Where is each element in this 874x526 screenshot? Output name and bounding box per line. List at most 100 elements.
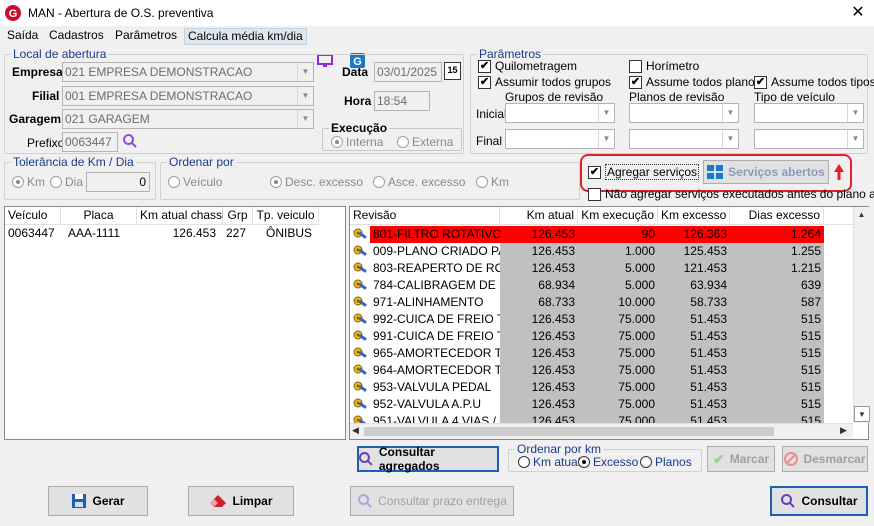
table-row[interactable]: 964-AMORTECEDOR T.D 126.453 75.000 51.453 51… xyxy=(350,362,853,379)
tipo-veiculo-label: Tipo de veículo xyxy=(754,90,835,104)
table-row[interactable]: 009-PLANO CRIADO PA...126.4531.000125.45… xyxy=(350,243,853,260)
table-row[interactable]: 952-VALVULA A.P.U 126.453 75.000 51.453 515 xyxy=(350,396,853,413)
filial-select[interactable]: 001 EMPRESA DEMONSTRACAO ▼ xyxy=(62,86,314,106)
calendar-icon[interactable]: 15 xyxy=(444,62,461,80)
prefixo-input[interactable]: 0063447 xyxy=(62,132,118,152)
agregar-servicos-label: Agregar serviços xyxy=(605,164,700,180)
hora-input[interactable]: 18:54 xyxy=(374,91,430,111)
consultar-prazo-button[interactable]: Consultar prazo entrega xyxy=(350,486,514,516)
empresa-select[interactable]: 021 EMPRESA DEMONSTRACAO ▼ xyxy=(62,62,314,82)
col-km-atual-header[interactable]: Km atual xyxy=(500,207,578,225)
table-row[interactable]: 0063447 AAA-1111 126.453 227 ÔNIBUS xyxy=(5,225,319,242)
ord-km-radio[interactable]: Km xyxy=(476,175,509,189)
ord-asce-radio[interactable]: Asce. excesso xyxy=(373,175,465,189)
table-row[interactable]: 991-CUICA DE FREIO T.E126.45375.00051.45… xyxy=(350,328,853,345)
revisions-grid[interactable]: Revisão Km atual Km execução Km excesso … xyxy=(349,206,870,440)
tolerancia-input[interactable]: 0 xyxy=(86,172,150,192)
tol-km-label: Km xyxy=(27,175,45,189)
vertical-scrollbar[interactable]: ▲ ▼ xyxy=(853,207,870,423)
horizontal-scrollbar[interactable]: ◀ ▶ xyxy=(350,423,853,439)
col-km-execucao-header[interactable]: Km execução xyxy=(578,207,658,225)
tipo-final-select[interactable]: ▼ xyxy=(754,129,864,149)
revisao-cell: 953-VALVULA PEDAL xyxy=(373,380,492,394)
execucao-legend: Execução xyxy=(331,121,388,135)
limpar-label: Limpar xyxy=(232,494,273,508)
tol-km-radio[interactable]: Km xyxy=(12,175,45,189)
col-revisao-header[interactable]: Revisão xyxy=(350,207,500,225)
table-row[interactable]: 965-AMORTECEDOR T.E 126.453 75.000 51.453 51… xyxy=(350,345,853,362)
km-execucao-cell: 1.000 xyxy=(578,243,658,260)
col-km-chassi-header[interactable]: Km atual chassi xyxy=(137,207,225,225)
ord-veiculo-radio[interactable]: Veículo xyxy=(168,175,222,189)
scroll-up-icon[interactable]: ▲ xyxy=(854,207,869,223)
grupo-inicial-select[interactable]: ▼ xyxy=(505,103,615,123)
close-button[interactable]: ✕ xyxy=(848,3,868,23)
table-row[interactable]: 803-REAPERTO DE RO... 126.453 5.000 121.453… xyxy=(350,260,853,277)
dias-excesso-cell: 1.264 xyxy=(730,226,824,243)
scroll-right-icon[interactable]: ▶ xyxy=(840,425,847,436)
service-tools-icon xyxy=(353,398,367,409)
col-km-excesso-header[interactable]: Km excesso xyxy=(658,207,730,225)
menu-calcula-media[interactable]: Calcula média km/dia xyxy=(184,28,307,45)
km-atual-cell: 126.453 xyxy=(500,413,578,423)
agregar-servicos-checkbox[interactable]: ✔ Agregar serviços xyxy=(588,164,700,180)
assumir-grupos-label: Assumir todos grupos xyxy=(495,75,612,89)
desmarcar-button[interactable]: Desmarcar xyxy=(782,446,868,472)
garagem-select[interactable]: 021 GARAGEM ▼ xyxy=(62,109,314,129)
col-grp-header[interactable]: Grp xyxy=(223,207,253,225)
data-input[interactable]: 03/01/2025 xyxy=(374,62,442,82)
search-icon[interactable] xyxy=(122,133,138,149)
assume-tipos-checkbox[interactable]: ✔ Assume todos tipos xyxy=(754,75,874,89)
gerar-button[interactable]: Gerar xyxy=(48,486,148,516)
table-row[interactable]: 801-FILTRO ROTATIVO 126.453 90 126.363 1.264 xyxy=(350,226,853,243)
km-execucao-cell: 75.000 xyxy=(578,396,658,413)
consultar-agregados-button[interactable]: Consultar agregados xyxy=(357,445,499,473)
col-placa-header[interactable]: Placa xyxy=(61,207,137,225)
assume-planos-checkbox[interactable]: ✔ Assume todos planos xyxy=(629,75,761,89)
vehicles-grid[interactable]: Veículo Placa Km atual chassi Grp Tp. ve… xyxy=(4,206,346,440)
scroll-down-icon[interactable]: ▼ xyxy=(854,406,870,422)
menu-cadastros[interactable]: Cadastros xyxy=(46,28,107,45)
menu-saida[interactable]: Saída xyxy=(4,28,41,45)
assumir-grupos-checkbox[interactable]: ✔ Assumir todos grupos xyxy=(478,75,611,89)
horimetro-checkbox[interactable]: Horímetro xyxy=(629,59,699,73)
km-excesso-cell: 63.934 xyxy=(658,277,730,294)
col-veiculo-header[interactable]: Veículo xyxy=(5,207,61,225)
ord-excesso-radio[interactable]: Excesso xyxy=(578,455,638,469)
marcar-button[interactable]: ✔ Marcar xyxy=(707,446,775,472)
table-row[interactable]: 992-CUICA DE FREIO T.E126.45375.00051.45… xyxy=(350,311,853,328)
table-row[interactable]: 951-VALVULA 4 VIAS / 6...126.45375.00051… xyxy=(350,413,853,423)
table-row[interactable]: 784-CALIBRAGEM DE P...68.9345.00063.9346… xyxy=(350,277,853,294)
grupo-final-select[interactable]: ▼ xyxy=(505,129,615,149)
plano-final-select[interactable]: ▼ xyxy=(629,129,739,149)
col-dias-excesso-header[interactable]: Dias excesso xyxy=(730,207,824,225)
garagem-value: 021 GARAGEM xyxy=(65,112,150,126)
exec-interna-radio[interactable]: Interna xyxy=(331,135,383,149)
title-bar: G MAN - Abertura de O.S. preventiva ✕ xyxy=(0,0,874,26)
ord-planos-radio[interactable]: Planos xyxy=(640,455,692,469)
col-tp-veiculo-header[interactable]: Tp. veiculo xyxy=(253,207,319,225)
nao-agregar-checkbox[interactable]: Não agregar serviços executados antes do… xyxy=(588,187,874,201)
scroll-left-icon[interactable]: ◀ xyxy=(352,425,359,436)
service-tools-icon xyxy=(353,245,367,256)
consultar-button[interactable]: Consultar xyxy=(770,486,868,516)
km-execucao-cell: 75.000 xyxy=(578,413,658,423)
plano-inicial-select[interactable]: ▼ xyxy=(629,103,739,123)
tol-dia-radio[interactable]: Dia xyxy=(50,175,83,189)
km-atual-cell: 68.934 xyxy=(500,277,578,294)
km-excesso-cell: 51.453 xyxy=(658,379,730,396)
limpar-button[interactable]: Limpar xyxy=(188,486,294,516)
revisao-cell: 009-PLANO CRIADO PA... xyxy=(373,244,500,258)
ord-desc-radio[interactable]: Desc. excesso xyxy=(270,175,363,189)
scroll-thumb[interactable] xyxy=(364,427,774,436)
table-row[interactable]: 953-VALVULA PEDAL 126.453 75.000 51.453 515 xyxy=(350,379,853,396)
table-row[interactable]: 971-ALINHAMENTO 68.733 10.000 58.733 587 xyxy=(350,294,853,311)
ord-km-atual-radio[interactable]: Km atual xyxy=(518,455,580,469)
revisao-cell: 991-CUICA DE FREIO T.E xyxy=(373,329,500,343)
exec-externa-radio[interactable]: Externa xyxy=(397,135,453,149)
dias-excesso-cell: 639 xyxy=(730,277,824,294)
quilometragem-checkbox[interactable]: ✔ Quilometragem xyxy=(478,59,577,73)
servicos-abertos-button[interactable]: Serviços abertos xyxy=(703,160,829,184)
tipo-inicial-select[interactable]: ▼ xyxy=(754,103,864,123)
menu-parametros[interactable]: Parâmetros xyxy=(112,28,180,45)
